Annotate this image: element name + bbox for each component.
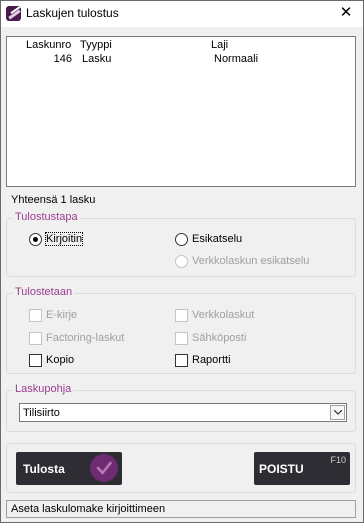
chevron-down-icon[interactable]: [330, 405, 345, 420]
close-icon[interactable]: ✕: [329, 1, 363, 27]
exit-button[interactable]: POISTU F10: [254, 452, 350, 485]
einvoice-preview-radio-button: [175, 255, 188, 268]
factoring-label: Factoring-laskut: [46, 332, 125, 344]
title-bar: Laskujen tulostus ✕: [1, 1, 363, 27]
einvoices-label: Verkkolaskut: [192, 309, 255, 321]
invoice-list[interactable]: Laskunro Tyyppi Laji 146 Lasku Normaali: [6, 36, 356, 187]
window-title: Laskujen tulostus: [26, 6, 119, 20]
column-header-type: Tyyppi: [80, 39, 112, 51]
invoice-kind: Normaali: [214, 53, 259, 65]
exit-shortcut-key: F10: [330, 455, 346, 465]
template-legend: Laskupohja: [13, 383, 74, 395]
copy-checkbox[interactable]: [29, 354, 42, 367]
action-bar: Tulosta POISTU F10: [6, 443, 356, 493]
invoice-number: 146: [53, 53, 72, 65]
factoring-checkbox: [29, 332, 42, 345]
print-targets-legend: Tulostetaan: [13, 286, 75, 298]
invoice-list-header: Laskunro Tyyppi Laji: [7, 39, 355, 53]
print-button[interactable]: Tulosta: [16, 452, 122, 485]
email-checkbox: [175, 332, 188, 345]
einvoice-preview-label: Verkkolaskun esikatselu: [192, 255, 310, 267]
app-logo-icon: [6, 6, 21, 21]
print-invoices-window: Laskujen tulostus ✕ Laskunro Tyyppi Laji…: [0, 0, 364, 523]
status-text: Aseta laskulomake kirjoittimeen: [11, 503, 166, 515]
check-circle-icon: [90, 454, 118, 482]
printer-label: Kirjoitin: [44, 232, 84, 246]
column-header-number: Laskunro: [26, 39, 72, 51]
eletter-checkbox: [29, 309, 42, 322]
status-bar: Aseta laskulomake kirjoittimeen: [6, 500, 356, 518]
column-header-kind: Laji: [211, 39, 229, 51]
invoice-count: Yhteensä 1 lasku: [11, 194, 96, 206]
template-selected-value: Tilisiirto: [23, 407, 60, 419]
invoice-type: Lasku: [82, 53, 112, 65]
copy-label: Kopio: [46, 354, 75, 366]
eletter-label: E-kirje: [46, 309, 78, 321]
print-method-legend: Tulostustapa: [13, 211, 80, 223]
template-select[interactable]: Tilisiirto: [19, 403, 347, 422]
einvoices-checkbox: [175, 309, 188, 322]
preview-label: Esikatselu: [192, 233, 243, 245]
print-button-label: Tulosta: [23, 462, 65, 476]
print-method-group: Tulostustapa Kirjoitin Esikatselu Verkko…: [6, 211, 356, 277]
report-checkbox[interactable]: [175, 354, 188, 367]
preview-radio-button[interactable]: [175, 233, 188, 246]
invoice-row[interactable]: 146 Lasku Normaali: [7, 53, 355, 67]
print-targets-group: Tulostetaan E-kirje Verkkolaskut Factori…: [6, 286, 356, 374]
email-label: Sähköposti: [192, 332, 247, 344]
exit-button-label: POISTU: [259, 462, 304, 476]
printer-radio-button[interactable]: [29, 233, 42, 246]
report-label: Raportti: [192, 354, 231, 366]
